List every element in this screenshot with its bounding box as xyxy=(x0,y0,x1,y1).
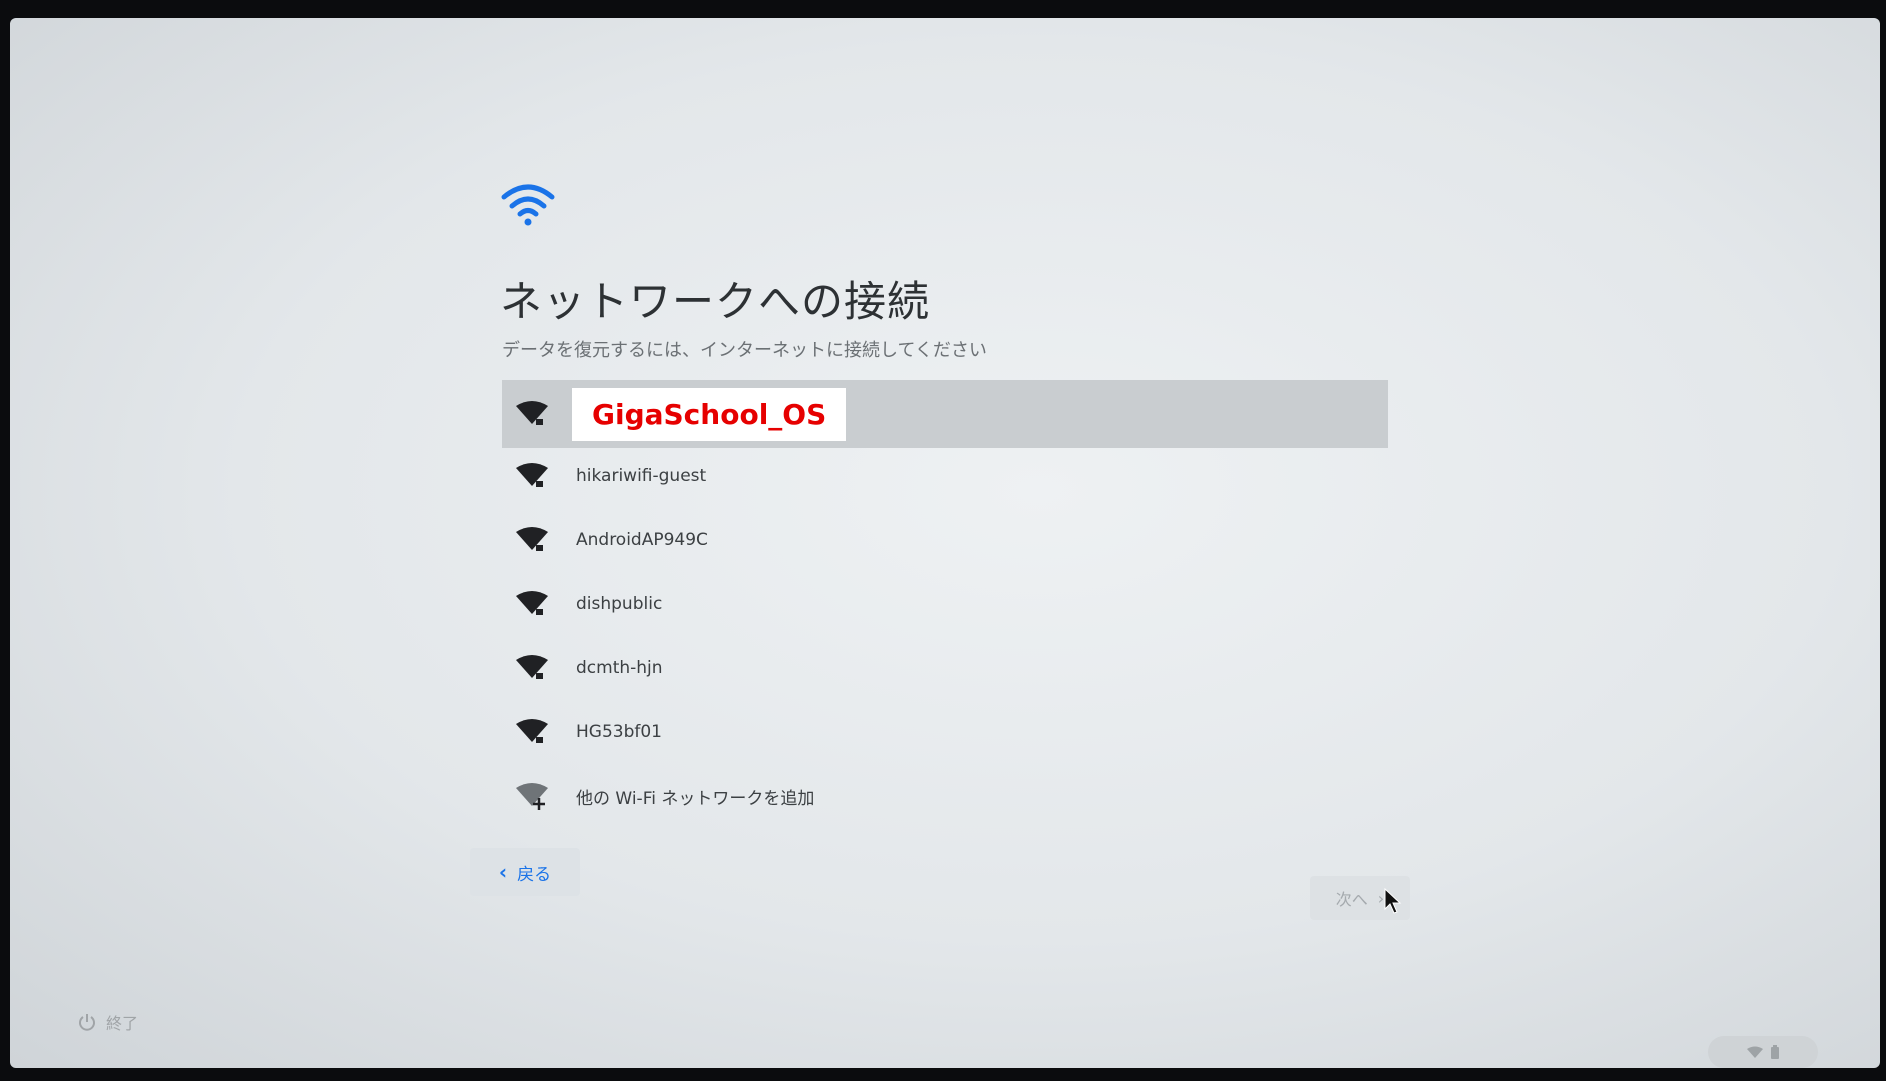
shutdown-label: 終了 xyxy=(106,1014,139,1033)
network-name: dishpublic xyxy=(576,594,663,614)
wifi-lock-icon xyxy=(516,401,548,425)
network-list: GigaSchool_OS hikariwifi-guest AndroidAP… xyxy=(502,380,1388,828)
network-name: GigaSchool_OS xyxy=(572,387,847,441)
page-subtitle: データを復元するには、インターネットに接続してください xyxy=(502,340,987,361)
back-button[interactable]: ‹ 戻る xyxy=(470,848,580,896)
power-icon xyxy=(79,1014,95,1031)
network-name: hikariwifi-guest xyxy=(576,466,707,486)
wifi-lock-icon xyxy=(516,719,548,743)
shutdown-button[interactable]: 終了 xyxy=(78,1010,138,1034)
network-item-androidap949c[interactable]: AndroidAP949C xyxy=(502,508,1388,572)
wifi-add-icon xyxy=(516,783,548,810)
back-label: 戻る xyxy=(517,864,552,885)
network-item-gigaschool-os[interactable]: GigaSchool_OS xyxy=(502,380,1388,448)
wifi-lock-icon xyxy=(516,591,548,615)
status-tray[interactable] xyxy=(1708,1036,1818,1068)
oobe-screen: ネットワークへの接続 データを復元するには、インターネットに接続してください G… xyxy=(10,18,1880,1068)
wifi-lock-icon xyxy=(516,527,548,551)
network-item-dishpublic[interactable]: dishpublic xyxy=(502,572,1388,636)
battery-icon xyxy=(1771,1045,1779,1059)
network-item-hg53bf01[interactable]: HG53bf01 xyxy=(502,700,1388,764)
network-item-dcmth-hjn[interactable]: dcmth-hjn xyxy=(502,636,1388,700)
network-name: dcmth-hjn xyxy=(576,658,663,678)
add-network-label: 他の Wi-Fi ネットワークを追加 xyxy=(576,788,815,809)
chevron-left-icon: ‹ xyxy=(498,860,508,884)
next-label: 次へ xyxy=(1335,890,1368,909)
wifi-lock-icon xyxy=(516,463,548,487)
wifi-lock-icon xyxy=(516,655,548,679)
mouse-cursor-icon xyxy=(1384,888,1402,914)
page-title: ネットワークへの接続 xyxy=(500,277,931,326)
wifi-status-icon xyxy=(1747,1046,1763,1058)
network-item-hikariwifi-guest[interactable]: hikariwifi-guest xyxy=(502,444,1388,508)
network-name: AndroidAP949C xyxy=(576,530,708,550)
add-network-item[interactable]: 他の Wi-Fi ネットワークを追加 xyxy=(502,764,1388,828)
network-name: HG53bf01 xyxy=(576,722,662,742)
wifi-icon xyxy=(501,184,555,226)
